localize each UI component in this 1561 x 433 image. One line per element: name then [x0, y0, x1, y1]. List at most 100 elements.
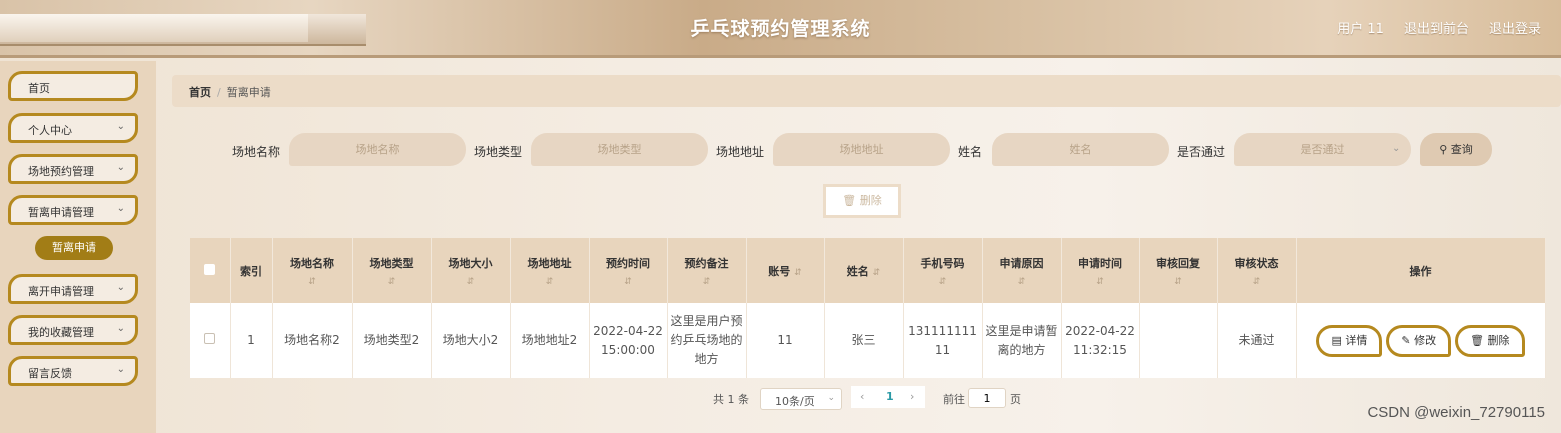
column-header[interactable]: 场地大小 ⇵ [431, 238, 511, 303]
passed-select[interactable] [1234, 133, 1411, 166]
passed-label: 是否通过 [1177, 145, 1226, 159]
sidebar-item-label: 个人中心 [28, 124, 72, 137]
trash-icon: 🗑 [842, 194, 857, 207]
sidebar-item-home[interactable]: 首页 [8, 71, 138, 101]
search-icon: ⚲ [1439, 143, 1448, 156]
chevron-down-icon: ⌄ [116, 203, 125, 214]
sort-icon[interactable]: ⇵ [668, 277, 746, 287]
edit-button[interactable]: ✎ 修改 [1386, 324, 1452, 357]
chevron-down-icon: ⌄ [827, 393, 835, 403]
column-header[interactable]: 审核状态 ⇵ [1217, 238, 1297, 303]
venue-name-label: 场地名称 [232, 145, 281, 159]
cell-index: 1 [230, 303, 273, 378]
sort-icon[interactable]: ⇵ [1062, 277, 1139, 287]
sort-icon[interactable]: ⇵ [904, 277, 982, 287]
app-title: 乒乓球预约管理系统 [690, 18, 871, 40]
pencil-icon: ✎ [1401, 333, 1411, 347]
sidebar-subitem-leave-request[interactable]: 暂离申请 [35, 236, 113, 260]
column-header[interactable]: 姓名 ⇵ [824, 238, 904, 303]
column-header[interactable]: 账号 ⇵ [746, 238, 825, 303]
row-checkbox[interactable] [204, 333, 216, 344]
cell-reply [1139, 303, 1218, 378]
venue-type-label: 场地类型 [474, 145, 523, 159]
cell-venue-type: 场地类型2 [352, 303, 432, 378]
sort-icon[interactable]: ⇵ [273, 277, 352, 287]
chevron-right-icon[interactable]: › [910, 390, 914, 403]
trash-icon: 🗑 [1470, 333, 1485, 347]
column-header[interactable]: 预约备注 ⇵ [667, 238, 747, 303]
cell-venue-address: 场地地址2 [510, 303, 590, 378]
sidebar-item-feedback[interactable]: 留言反馈 ⌄ [8, 356, 138, 386]
watermark: CSDN @weixin_72790115 [1367, 404, 1545, 421]
sidebar-item-departure-management[interactable]: 离开申请管理 ⌄ [8, 274, 138, 304]
logout-link[interactable]: 退出登录 [1489, 18, 1541, 37]
chevron-down-icon: ⌄ [116, 282, 125, 293]
sort-icon[interactable]: ⇵ [590, 277, 667, 287]
table-header-row: 索引 场地名称 ⇵ 场地类型 ⇵ 场地大小 ⇵ 场地地址 ⇵ 预约时间 ⇵ 预约备注 ⇵ 账… [190, 238, 1546, 303]
document-icon: ▤ [1331, 333, 1342, 347]
select-all-cell [190, 238, 231, 303]
sidebar-item-favorites-management[interactable]: 我的收藏管理 ⌄ [8, 315, 138, 345]
column-header[interactable]: 手机号码 ⇵ [903, 238, 983, 303]
cell-phone: 13111111111 [903, 303, 983, 378]
column-header[interactable]: 场地地址 ⇵ [510, 238, 590, 303]
sort-icon[interactable]: ⇵ [1218, 277, 1296, 287]
column-header: 索引 [230, 238, 273, 303]
venue-address-input[interactable] [773, 133, 950, 166]
chevron-down-icon: ⌄ [116, 162, 125, 173]
column-header[interactable]: 审核回复 ⇵ [1139, 238, 1218, 303]
data-table: 索引 场地名称 ⇵ 场地类型 ⇵ 场地大小 ⇵ 场地地址 ⇵ 预约时间 ⇵ 预约备注 ⇵ 账… [190, 238, 1546, 378]
cell-name: 张三 [824, 303, 904, 378]
query-button-label: 查询 [1450, 143, 1473, 156]
venue-type-input[interactable] [531, 133, 708, 166]
sort-icon[interactable]: ⇵ [353, 277, 431, 287]
column-header[interactable]: 场地名称 ⇵ [272, 238, 353, 303]
page-number[interactable]: 1 [886, 390, 894, 403]
name-label: 姓名 [958, 145, 983, 159]
breadcrumb-home[interactable]: 首页 [189, 86, 211, 99]
row-select-cell [190, 303, 231, 378]
detail-button[interactable]: ▤ 详情 [1316, 324, 1383, 357]
sidebar-item-personal-center[interactable]: 个人中心 ⌄ [8, 113, 138, 143]
cell-venue-name: 场地名称2 [272, 303, 353, 378]
sidebar-item-label: 留言反馈 [28, 367, 72, 380]
chevron-down-icon: ⌄ [116, 323, 125, 334]
top-bar: 乒乓球预约管理系统 用户 11 退出到前台 退出登录 [0, 0, 1561, 58]
sort-icon[interactable]: ⇵ [873, 268, 881, 278]
sort-icon[interactable]: ⇵ [1140, 277, 1217, 287]
table-row: 1 场地名称2 场地类型2 场地大小2 场地地址2 2022-04-22 15:… [190, 303, 1546, 378]
sidebar-item-label: 我的收藏管理 [28, 326, 94, 339]
sidebar-item-label: 离开申请管理 [28, 285, 94, 298]
sort-icon[interactable]: ⇵ [794, 268, 802, 278]
sort-icon[interactable]: ⇵ [511, 277, 589, 287]
cell-booking-note: 这里是用户预约乒乓场地的地方 [667, 303, 747, 378]
sort-icon[interactable]: ⇵ [983, 277, 1061, 287]
back-to-frontend-link[interactable]: 退出到前台 [1404, 18, 1469, 37]
bulk-delete-button[interactable]: 🗑 删除 [823, 184, 901, 218]
breadcrumb: 首页 / 暂离申请 [172, 75, 1561, 107]
sort-icon[interactable]: ⇵ [432, 277, 510, 287]
sidebar-item-label: 暂离申请管理 [28, 206, 94, 219]
column-header[interactable]: 预约时间 ⇵ [589, 238, 668, 303]
sidebar-item-booking-management[interactable]: 场地预约管理 ⌄ [8, 154, 138, 184]
name-input[interactable] [992, 133, 1169, 166]
cell-venue-size: 场地大小2 [431, 303, 511, 378]
cell-apply-time: 2022-04-22 11:32:15 [1061, 303, 1140, 378]
chevron-down-icon: ⌄ [1392, 143, 1401, 154]
sidebar-item-leave-request-management[interactable]: 暂离申请管理 ⌄ [8, 195, 138, 225]
column-header[interactable]: 场地类型 ⇵ [352, 238, 432, 303]
cell-reason: 这里是申请暂离的地方 [982, 303, 1062, 378]
goto-label: 前往 [943, 393, 965, 406]
delete-button[interactable]: 🗑 删除 [1455, 324, 1525, 357]
column-header[interactable]: 申请原因 ⇵ [982, 238, 1062, 303]
query-button[interactable]: ⚲ 查询 [1420, 133, 1492, 166]
venue-name-input[interactable] [289, 133, 466, 166]
bulk-delete-label: 删除 [859, 194, 882, 207]
select-all-checkbox[interactable] [204, 263, 216, 275]
page-jump-input[interactable] [968, 388, 1006, 408]
column-header[interactable]: 申请时间 ⇵ [1061, 238, 1140, 303]
sidebar-item-label: 场地预约管理 [28, 165, 94, 178]
chevron-left-icon[interactable]: ‹ [860, 390, 864, 403]
column-header-actions: 操作 [1296, 238, 1546, 303]
page-size-select[interactable]: 10条/页 ⌄ [760, 388, 842, 410]
